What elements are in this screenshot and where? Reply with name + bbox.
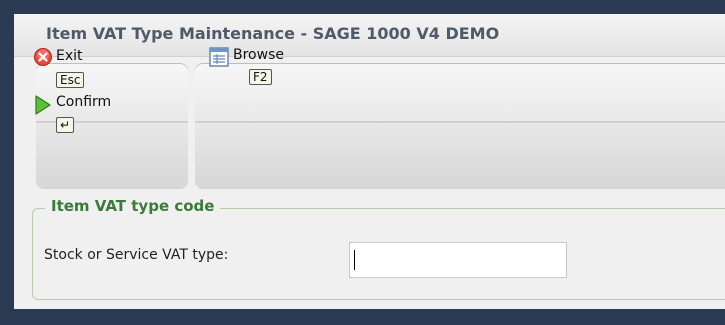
vat-type-label: Stock or Service VAT type: [44, 247, 229, 263]
title-bar: Item VAT Type Maintenance - SAGE 1000 V4… [14, 14, 725, 57]
browse-shortcut-key: F2 [249, 69, 272, 85]
vat-type-input[interactable] [349, 242, 567, 278]
text-caret [354, 250, 355, 270]
exit-icon [34, 48, 52, 66]
toolbar-divider [195, 121, 725, 123]
exit-button[interactable]: Exit [34, 48, 83, 66]
browse-table-icon [209, 47, 229, 67]
app-window: Item VAT Type Maintenance - SAGE 1000 V4… [14, 14, 725, 309]
toolbar [14, 63, 725, 189]
window-frame: Item VAT Type Maintenance - SAGE 1000 V4… [0, 0, 725, 325]
toolbar-group-browse [195, 63, 725, 189]
exit-shortcut-key: Esc [56, 72, 85, 88]
exit-label: Exit [56, 48, 83, 64]
confirm-arrow-icon [35, 95, 51, 115]
confirm-label: Confirm [56, 94, 112, 110]
browse-label: Browse [233, 47, 284, 63]
window-title: Item VAT Type Maintenance - SAGE 1000 V4… [46, 24, 500, 43]
browse-button[interactable]: Browse [209, 47, 284, 67]
section-title: Item VAT type code [45, 197, 221, 215]
confirm-button[interactable]: Confirm [34, 94, 111, 116]
confirm-shortcut-key: ↵ [56, 117, 75, 133]
